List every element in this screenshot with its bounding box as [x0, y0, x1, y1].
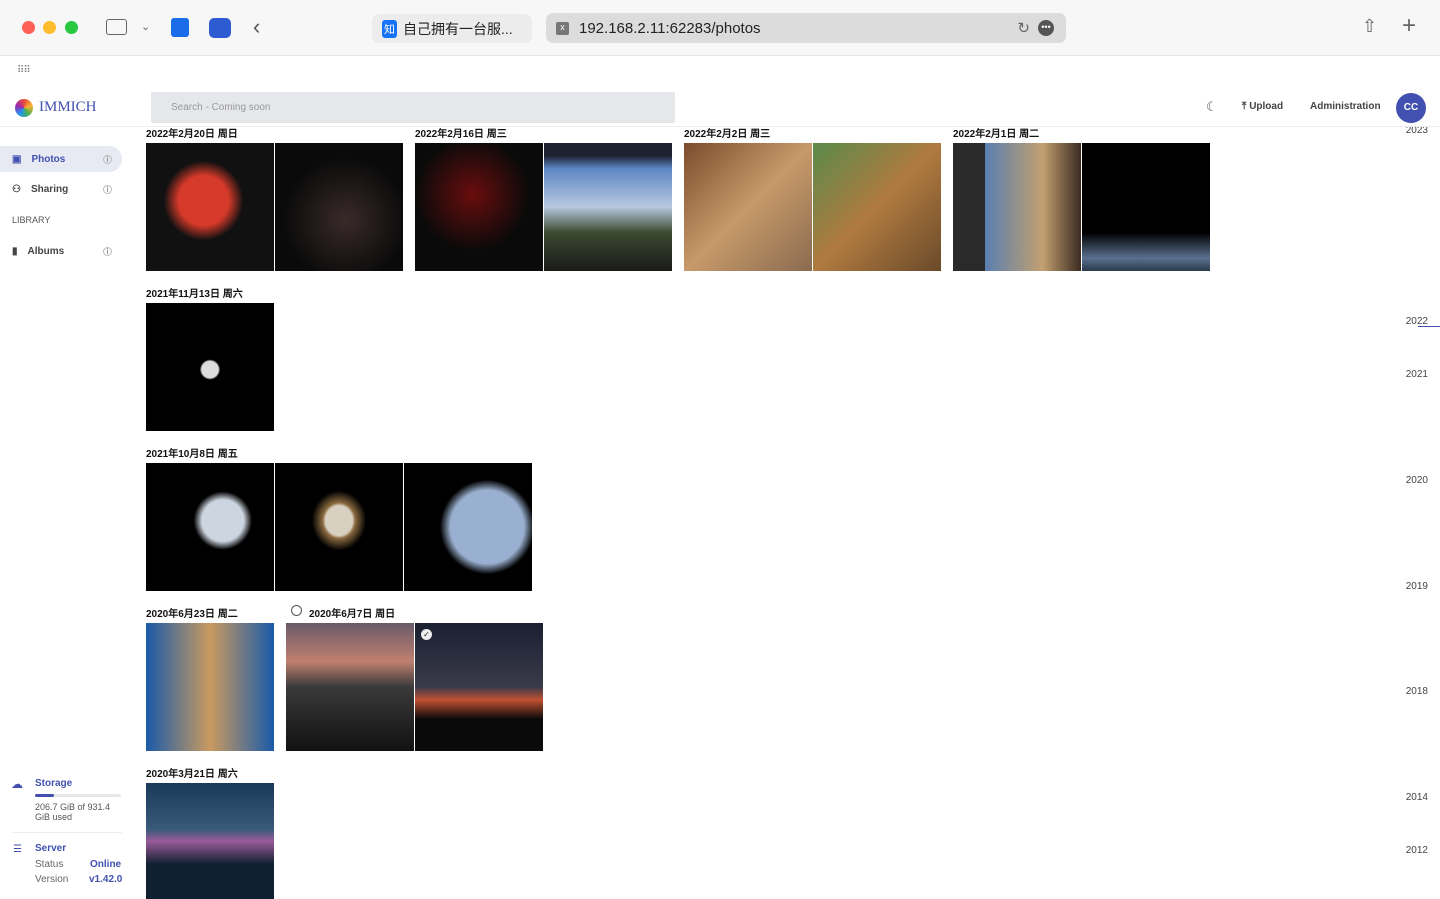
- photo-thumbnail[interactable]: [953, 143, 1081, 271]
- cloud-icon: ☁: [11, 777, 23, 791]
- date-heading: 2020年6月7日 周日: [309, 609, 396, 620]
- server-version: v1.42.0: [89, 874, 123, 885]
- timeline-year[interactable]: 2012: [1406, 845, 1428, 856]
- photo-thumbnail[interactable]: [146, 463, 274, 591]
- date-heading: 2020年6月23日 周二: [146, 609, 238, 620]
- chevron-down-icon[interactable]: ⌄: [141, 20, 150, 33]
- date-heading: 2022年2月1日 周二: [953, 129, 1040, 140]
- date-heading: 2020年3月21日 周六: [146, 769, 238, 780]
- upload-label: Upload: [1249, 101, 1284, 112]
- new-tab-icon[interactable]: +: [1402, 12, 1416, 40]
- tab-title: 自己拥有一台服...: [403, 20, 513, 37]
- minimize-window-button[interactable]: [43, 21, 56, 34]
- upload-button[interactable]: ⤒ Upload: [1242, 101, 1283, 112]
- url-text: 192.168.2.11:62283/photos: [579, 19, 761, 37]
- photo-thumbnail[interactable]: [275, 463, 403, 591]
- photo-thumbnail[interactable]: [275, 143, 403, 271]
- nav-label: Photos: [31, 153, 66, 165]
- browser-toolbar: ⌄ ‹ 知自己拥有一台服... x 192.168.2.11:62283/phot…: [0, 0, 1440, 56]
- photo-thumbnail[interactable]: [146, 783, 274, 899]
- date-heading: 2021年10月8日 周五: [146, 449, 238, 460]
- photo-thumbnail[interactable]: [684, 143, 812, 271]
- photo-thumbnail[interactable]: [404, 463, 532, 591]
- photo-thumbnail[interactable]: [1082, 143, 1210, 271]
- timeline-year[interactable]: 2019: [1406, 581, 1428, 592]
- server-icon: ☰: [13, 844, 22, 855]
- app-logo[interactable]: IMMICH: [39, 99, 97, 116]
- storage-label: Storage: [35, 778, 73, 789]
- browser-tab[interactable]: 知自己拥有一台服...: [372, 14, 532, 43]
- info-icon: i: [103, 246, 112, 256]
- server-status: Online: [90, 859, 122, 870]
- photos-icon: ▣: [12, 153, 22, 165]
- timeline-year[interactable]: 2014: [1406, 792, 1428, 803]
- photo-thumbnail[interactable]: [146, 143, 274, 271]
- extension-icon[interactable]: [171, 18, 189, 37]
- more-icon[interactable]: •••: [1038, 20, 1054, 36]
- immich-logo-icon: [15, 99, 33, 117]
- close-window-button[interactable]: [22, 21, 35, 34]
- check-icon[interactable]: ✓: [421, 629, 432, 640]
- sidebar-item-sharing[interactable]: ⚇ Sharing i: [0, 176, 122, 202]
- date-heading: 2021年11月13日 周六: [146, 289, 243, 300]
- search-input[interactable]: Search - Coming soon: [151, 92, 675, 123]
- server-label: Server: [35, 843, 67, 854]
- timeline-position-indicator: [1418, 326, 1440, 327]
- reload-icon[interactable]: ↻: [1017, 19, 1030, 37]
- photo-thumbnail[interactable]: [813, 143, 941, 271]
- photo-thumbnail[interactable]: [146, 623, 274, 751]
- photo-thumbnail[interactable]: [146, 303, 274, 431]
- user-avatar[interactable]: CC: [1396, 93, 1426, 123]
- date-heading: 2022年2月20日 周日: [146, 129, 238, 140]
- back-icon[interactable]: ‹: [253, 14, 260, 40]
- timeline-year[interactable]: 2020: [1406, 475, 1428, 486]
- divider: [12, 832, 122, 833]
- sharing-icon: ⚇: [12, 183, 21, 195]
- favorites-bar: ⠿⠿: [0, 57, 1440, 87]
- sidebar-item-photos[interactable]: ▣ Photos i: [0, 146, 122, 172]
- library-heading: LIBRARY: [12, 215, 51, 225]
- version-label: Version: [35, 874, 69, 885]
- address-bar[interactable]: x 192.168.2.11:62283/photos ↻ •••: [546, 13, 1066, 43]
- photo-thumbnail[interactable]: ✓: [415, 623, 543, 751]
- albums-icon: ▮: [12, 245, 18, 257]
- status-label: Status: [35, 859, 64, 870]
- info-icon: i: [103, 154, 112, 164]
- select-group-checkbox[interactable]: [291, 605, 302, 616]
- site-icon: x: [556, 21, 569, 35]
- storage-bar: [35, 794, 121, 797]
- sidebar-item-albums[interactable]: ▮ Albums i: [0, 238, 122, 264]
- zoom-window-button[interactable]: [65, 21, 78, 34]
- nav-label: Sharing: [30, 183, 69, 195]
- sidebar-toggle-icon[interactable]: [106, 19, 127, 35]
- extension-icon[interactable]: [209, 18, 231, 38]
- nav-label: Albums: [27, 245, 65, 257]
- storage-bar-fill: [35, 794, 55, 797]
- zhihu-icon: 知: [382, 19, 397, 38]
- date-heading: 2022年2月16日 周三: [415, 129, 507, 140]
- photo-thumbnail[interactable]: [415, 143, 543, 271]
- photo-thumbnail[interactable]: [286, 623, 414, 751]
- dark-mode-icon[interactable]: ☾: [1206, 99, 1218, 115]
- info-icon: i: [103, 184, 112, 194]
- photo-thumbnail[interactable]: [544, 143, 672, 271]
- grid-icon[interactable]: ⠿⠿: [17, 65, 31, 76]
- timeline-year[interactable]: 2018: [1406, 686, 1428, 697]
- share-icon[interactable]: ⇧: [1362, 16, 1377, 37]
- storage-used-text: 206.7 GiB of 931.4 GiB used: [35, 802, 111, 822]
- administration-link[interactable]: Administration: [1310, 101, 1381, 112]
- date-heading: 2022年2月2日 周三: [684, 129, 771, 140]
- timeline-year[interactable]: 2021: [1406, 369, 1428, 380]
